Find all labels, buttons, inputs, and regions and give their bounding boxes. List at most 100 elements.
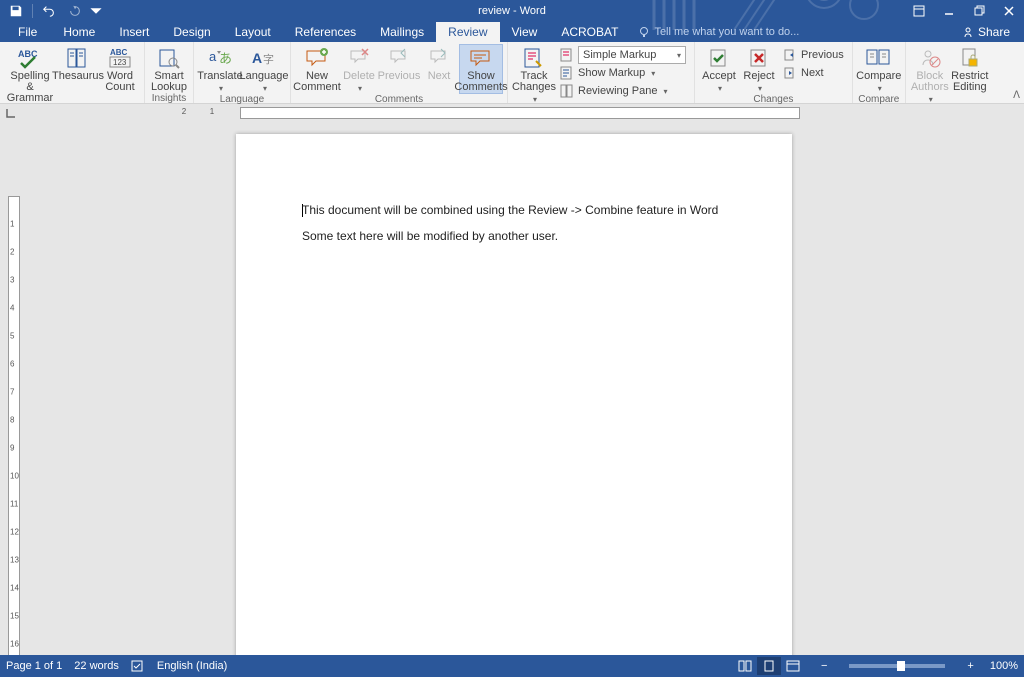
zoom-out-button[interactable]: −: [817, 660, 831, 672]
new-comment-button[interactable]: New Comment: [295, 44, 339, 93]
reviewing-pane-icon: [560, 84, 574, 98]
previous-change-icon: [783, 48, 797, 62]
spell-check-status-icon: [131, 659, 145, 673]
previous-change-button[interactable]: Previous: [779, 46, 848, 64]
language-button[interactable]: A字 Language: [242, 44, 286, 94]
svg-text:A: A: [252, 50, 262, 66]
next-comment-icon: [423, 46, 455, 70]
page-content[interactable]: This document will be combined using the…: [236, 134, 792, 322]
view-web-layout[interactable]: [781, 657, 805, 675]
previous-comment-button: Previous: [379, 44, 419, 82]
tab-design[interactable]: Design: [161, 22, 222, 42]
svg-text:ABC: ABC: [110, 48, 128, 57]
status-bar: Page 1 of 1 22 words English (India) − +…: [0, 655, 1024, 677]
spelling-grammar-button[interactable]: ABC Spelling & Grammar: [4, 44, 56, 104]
undo-button[interactable]: [37, 1, 61, 21]
tab-file[interactable]: File: [4, 22, 51, 42]
zoom-slider-thumb[interactable]: [897, 661, 905, 671]
tab-insert[interactable]: Insert: [107, 22, 161, 42]
thesaurus-button[interactable]: Thesaurus: [56, 44, 100, 82]
accept-icon: [703, 46, 735, 70]
show-markup-button[interactable]: Show Markup: [556, 64, 690, 82]
smart-lookup-button[interactable]: Smart Lookup: [149, 44, 189, 93]
smart-lookup-icon: [153, 46, 185, 70]
status-page[interactable]: Page 1 of 1: [6, 660, 62, 672]
document-page[interactable]: This document will be combined using the…: [236, 134, 792, 655]
lightbulb-icon: [638, 26, 650, 38]
status-language[interactable]: English (India): [157, 660, 227, 672]
next-change-icon: [783, 66, 797, 80]
view-print-layout[interactable]: [757, 657, 781, 675]
share-label: Share: [978, 25, 1010, 39]
new-comment-icon: [301, 46, 333, 70]
compare-button[interactable]: Compare: [857, 44, 901, 94]
tab-home[interactable]: Home: [51, 22, 107, 42]
tab-review[interactable]: Review: [436, 22, 499, 42]
word-count-button[interactable]: ABC123 Word Count: [100, 44, 140, 93]
tell-me-placeholder: Tell me what you want to do...: [654, 26, 799, 38]
save-button[interactable]: [4, 1, 28, 21]
markup-mode-dropdown[interactable]: Simple Markup: [556, 46, 690, 64]
tab-view[interactable]: View: [500, 22, 550, 42]
horizontal-ruler[interactable]: 211234567891011121314151718: [22, 104, 1024, 122]
document-area: 12345678910111213141516 This document wi…: [0, 122, 1024, 655]
markup-mode-combo[interactable]: Simple Markup: [578, 46, 686, 64]
close-button[interactable]: [994, 1, 1024, 21]
share-button[interactable]: Share: [948, 22, 1024, 42]
group-insights: Smart Lookup Insights: [145, 42, 194, 103]
markup-mode-icon: [560, 48, 574, 62]
tell-me-search[interactable]: Tell me what you want to do...: [638, 22, 799, 42]
tab-mailings[interactable]: Mailings: [368, 22, 436, 42]
group-tracking: Track Changes Simple Markup Show Markup …: [508, 42, 695, 103]
reject-button[interactable]: Reject: [739, 44, 779, 94]
minimize-button[interactable]: [934, 1, 964, 21]
title-bar: review - Word: [0, 0, 1024, 22]
group-protect: Block Authors Restrict Editing Protect: [906, 42, 994, 103]
window-controls: [904, 1, 1024, 21]
previous-comment-icon: [383, 46, 415, 70]
group-compare: Compare Compare: [853, 42, 906, 103]
reject-icon: [743, 46, 775, 70]
quick-access-toolbar: [0, 1, 103, 21]
language-icon: A字: [248, 46, 280, 70]
zoom-level-button[interactable]: 100%: [990, 660, 1018, 672]
svg-text:123: 123: [113, 58, 127, 67]
zoom-slider[interactable]: [849, 664, 945, 668]
view-read-mode[interactable]: [733, 657, 757, 675]
ribbon: ABC Spelling & Grammar Thesaurus ABC123 …: [0, 42, 1024, 104]
status-word-count[interactable]: 22 words: [74, 660, 119, 672]
vertical-ruler[interactable]: 12345678910111213141516: [6, 122, 22, 655]
ribbon-display-options-button[interactable]: [904, 1, 934, 21]
next-change-button[interactable]: Next: [779, 64, 848, 82]
translate-button[interactable]: aあ Translate: [198, 44, 242, 94]
next-comment-button: Next: [419, 44, 459, 82]
zoom-in-button[interactable]: +: [963, 660, 977, 672]
tab-layout[interactable]: Layout: [223, 22, 283, 42]
word-count-icon: ABC123: [104, 46, 136, 70]
restrict-editing-button[interactable]: Restrict Editing: [950, 44, 990, 93]
svg-text:あ: あ: [219, 51, 232, 66]
block-authors-button: Block Authors: [910, 44, 950, 105]
redo-button[interactable]: [63, 1, 87, 21]
delete-comment-icon: [343, 46, 375, 70]
restore-button[interactable]: [964, 1, 994, 21]
show-comments-button[interactable]: Show Comments: [459, 44, 503, 94]
reviewing-pane-button[interactable]: Reviewing Pane: [556, 82, 690, 100]
track-changes-button[interactable]: Track Changes: [512, 44, 556, 105]
tab-acrobat[interactable]: ACROBAT: [549, 22, 630, 42]
qat-customize-button[interactable]: [89, 1, 103, 21]
share-icon: [962, 26, 974, 38]
track-changes-icon: [518, 46, 550, 70]
view-mode-buttons: [733, 657, 805, 675]
accept-button[interactable]: Accept: [699, 44, 739, 94]
restrict-editing-icon: [954, 46, 986, 70]
collapse-ribbon-button[interactable]: ᐱ: [1013, 90, 1020, 101]
tab-references[interactable]: References: [283, 22, 368, 42]
ruler-row: 211234567891011121314151718: [0, 104, 1024, 122]
show-markup-icon: [560, 66, 574, 80]
group-changes: Accept Reject Previous Next Changes: [695, 42, 853, 103]
paragraph-1: This document will be combined using the…: [302, 203, 718, 217]
status-spell-check[interactable]: [131, 659, 145, 673]
menu-bar: File Home Insert Design Layout Reference…: [0, 22, 1024, 42]
window-title: review - Word: [478, 5, 546, 17]
